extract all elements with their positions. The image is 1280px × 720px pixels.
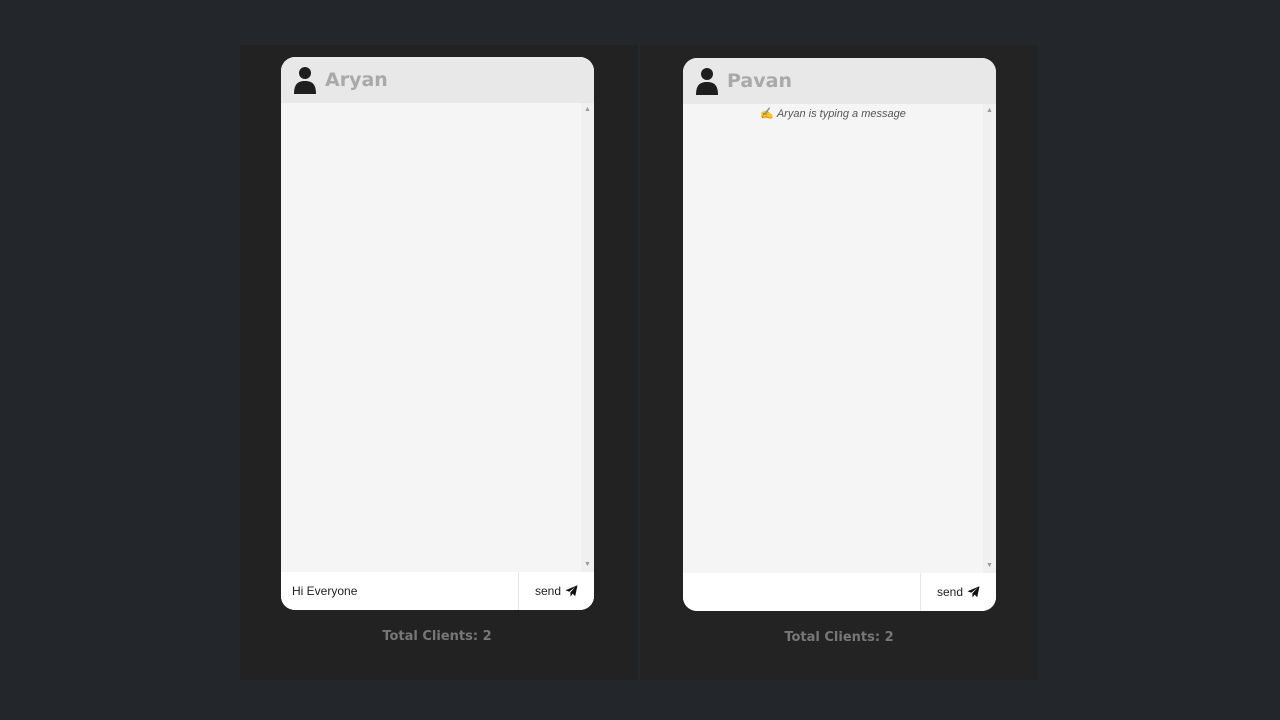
user-icon bbox=[293, 66, 317, 94]
scrollbar[interactable]: ▲ ▼ bbox=[581, 103, 594, 572]
total-clients: Total Clients: 2 bbox=[382, 629, 492, 644]
paper-plane-icon bbox=[565, 585, 578, 597]
chat-user-name: Aryan bbox=[325, 69, 388, 91]
total-clients: Total Clients: 2 bbox=[784, 630, 894, 645]
paper-plane-icon bbox=[967, 586, 980, 598]
scroll-up-arrow[interactable]: ▲ bbox=[581, 105, 594, 115]
message-input[interactable] bbox=[683, 573, 921, 611]
message-composer: send bbox=[683, 573, 996, 611]
send-label: send bbox=[936, 585, 964, 599]
typing-indicator: ✍ Aryan is typing a message bbox=[683, 107, 983, 120]
message-input[interactable] bbox=[281, 572, 519, 610]
chat-window: Aryan ▲ ▼ send bbox=[281, 57, 594, 610]
message-list[interactable]: ▲ ▼ bbox=[281, 103, 594, 572]
typing-indicator-text: Aryan is typing a message bbox=[776, 108, 906, 120]
app-stage: Aryan ▲ ▼ send Tot bbox=[240, 45, 1038, 680]
send-label: send bbox=[534, 584, 562, 598]
chat-window: Pavan ✍ Aryan is typing a message ▲ ▼ sen… bbox=[683, 58, 996, 611]
message-list[interactable]: ✍ Aryan is typing a message ▲ ▼ bbox=[683, 104, 996, 573]
chat-user-name: Pavan bbox=[727, 70, 792, 92]
user-icon bbox=[695, 67, 719, 95]
client-panel-aryan: Aryan ▲ ▼ send Tot bbox=[240, 45, 638, 680]
chat-header: Aryan bbox=[281, 57, 594, 103]
writing-hand-icon: ✍ bbox=[760, 108, 774, 120]
scroll-down-arrow[interactable]: ▼ bbox=[581, 560, 594, 570]
scroll-down-arrow[interactable]: ▼ bbox=[983, 561, 996, 571]
client-panel-pavan: Pavan ✍ Aryan is typing a message ▲ ▼ sen… bbox=[640, 45, 1038, 680]
scroll-up-arrow[interactable]: ▲ bbox=[983, 106, 996, 116]
chat-header: Pavan bbox=[683, 58, 996, 104]
send-button[interactable]: send bbox=[921, 573, 996, 611]
send-button[interactable]: send bbox=[519, 572, 594, 610]
message-composer: send bbox=[281, 572, 594, 610]
scrollbar[interactable]: ▲ ▼ bbox=[983, 104, 996, 573]
